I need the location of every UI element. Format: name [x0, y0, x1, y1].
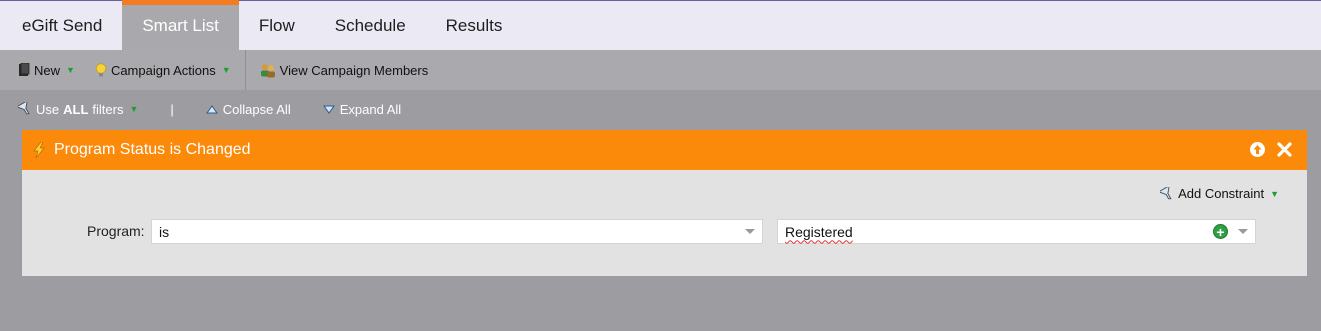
- new-button-label: New: [34, 62, 61, 78]
- operator-value: is: [159, 223, 170, 240]
- operator-select[interactable]: is: [151, 219, 763, 244]
- expand-all-label: Expand All: [339, 101, 402, 117]
- chevron-down-icon: ▼: [1270, 188, 1279, 199]
- filter-separator: |: [170, 101, 174, 117]
- add-value-icon[interactable]: +: [1213, 224, 1228, 239]
- view-campaign-members-label: View Campaign Members: [279, 62, 429, 78]
- people-icon: [260, 63, 276, 78]
- campaign-actions-button[interactable]: Campaign Actions ▼: [85, 50, 241, 90]
- tab-bar: eGift Send Smart List Flow Schedule Resu…: [0, 0, 1321, 50]
- status-value: Registered: [785, 223, 853, 240]
- status-select[interactable]: Registered +: [777, 219, 1256, 244]
- tab-schedule[interactable]: Schedule: [315, 1, 426, 50]
- use-filters-suffix: filters: [92, 101, 124, 117]
- tab-egift-send[interactable]: eGift Send: [0, 1, 122, 50]
- chevron-down-icon: ▼: [221, 65, 231, 75]
- campaign-actions-label: Campaign Actions: [110, 62, 216, 78]
- close-icon[interactable]: [1276, 141, 1293, 163]
- collapse-all-label: Collapse All: [222, 101, 291, 117]
- use-filters-prefix: Use: [36, 101, 60, 117]
- view-campaign-members-button[interactable]: View Campaign Members: [250, 50, 439, 90]
- chevron-down-icon: ▼: [129, 104, 139, 114]
- dropdown-arrow-icon[interactable]: [1238, 229, 1248, 234]
- new-document-icon: [18, 63, 30, 77]
- expand-all-button[interactable]: Expand All: [322, 101, 402, 117]
- move-up-icon[interactable]: [1249, 141, 1266, 163]
- lightning-bolt-icon: [32, 142, 46, 158]
- add-constraint-button[interactable]: Add Constraint ▼: [1160, 186, 1279, 201]
- program-label: Program:: [87, 223, 145, 239]
- filter-bar: Use ALL filters ▼ | Collapse All Expand …: [0, 90, 1321, 128]
- funnel-icon: [18, 102, 32, 116]
- tab-results[interactable]: Results: [426, 1, 523, 50]
- use-filters-bold: ALL: [63, 101, 89, 117]
- tab-smart-list[interactable]: Smart List: [122, 0, 239, 50]
- trigger-title: Program Status is Changed: [54, 141, 251, 158]
- tab-flow[interactable]: Flow: [239, 1, 315, 50]
- dropdown-arrow-icon[interactable]: [745, 229, 755, 234]
- toolbar-divider: [244, 50, 246, 90]
- add-constraint-label: Add Constraint: [1178, 186, 1265, 201]
- funnel-icon: [1160, 186, 1174, 201]
- trigger-header: Program Status is Changed: [22, 130, 1307, 170]
- trigger-header-buttons: [1249, 141, 1293, 163]
- use-all-filters-button[interactable]: Use ALL filters ▼: [18, 102, 138, 117]
- new-button[interactable]: New ▼: [0, 50, 85, 90]
- expand-triangle-icon: [322, 105, 335, 114]
- lightbulb-icon: [95, 62, 107, 78]
- collapse-all-button[interactable]: Collapse All: [205, 101, 291, 117]
- main-toolbar: New ▼ Campaign Actions ▼ View Campaign M…: [0, 50, 1321, 90]
- trigger-panel: Program Status is Changed Add Constraint…: [22, 130, 1307, 276]
- chevron-down-icon: ▼: [66, 65, 75, 75]
- collapse-triangle-icon: [205, 104, 218, 114]
- status-value-wrap: Registered: [778, 224, 1213, 240]
